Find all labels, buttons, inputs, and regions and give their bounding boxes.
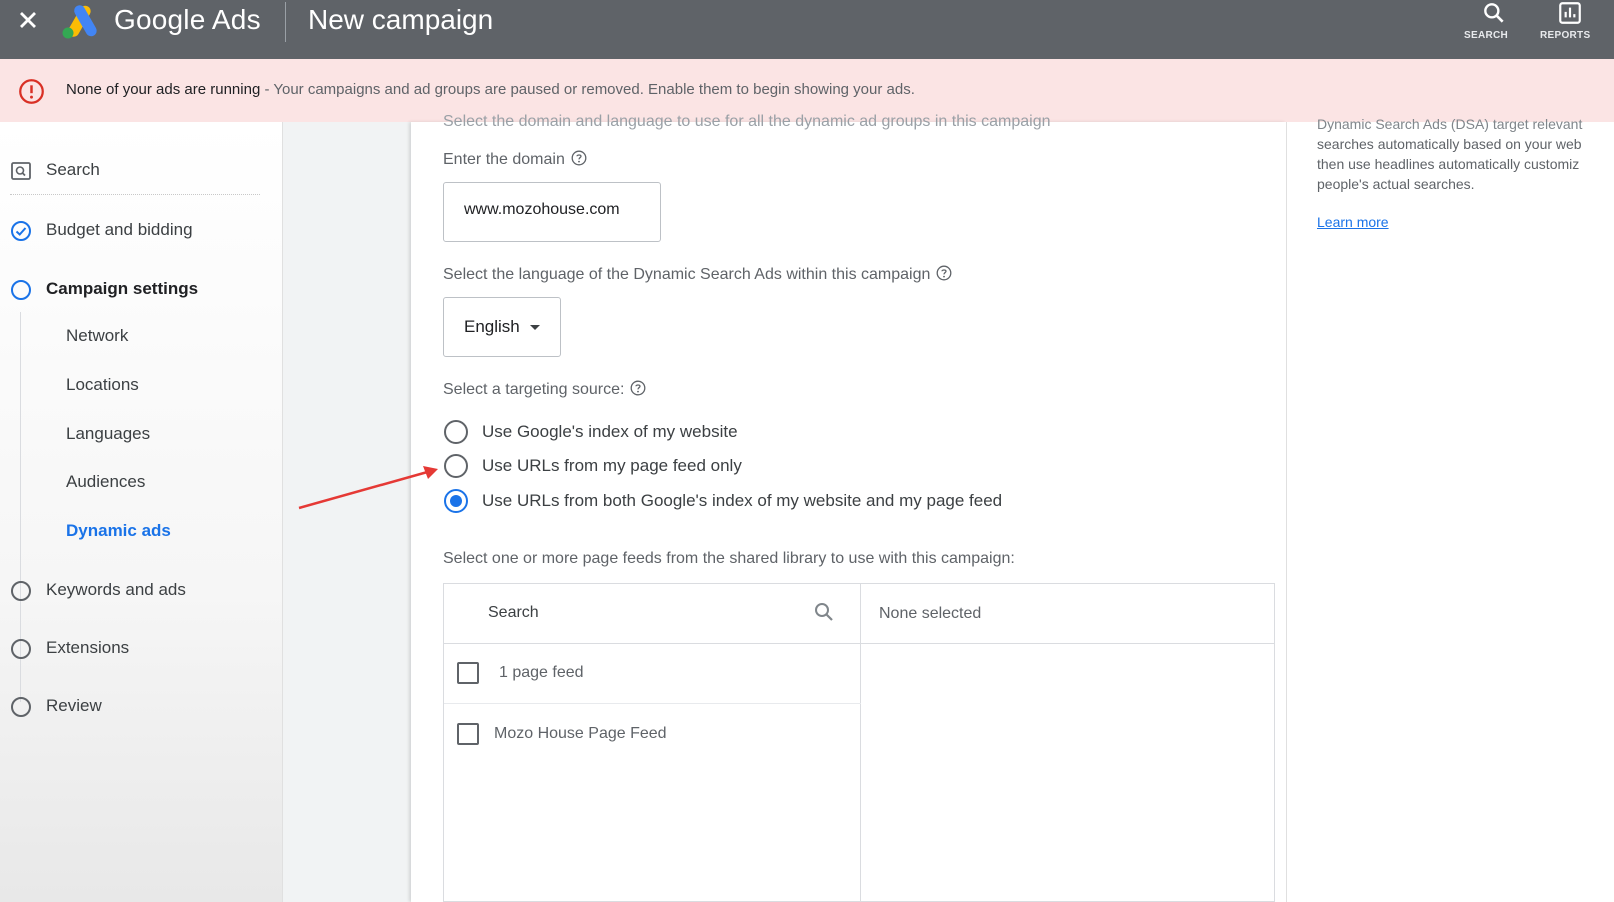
campaign-steps-sidebar: Search Budget and bidding Campaign setti…	[0, 122, 282, 902]
step-campaign-settings-label: Campaign settings	[46, 279, 199, 298]
help-icon[interactable]	[936, 265, 952, 281]
targeting-source-label: Select a targeting source:	[443, 380, 646, 399]
step-review-label: Review	[46, 696, 102, 715]
search-tool-label: SEARCH	[1464, 30, 1509, 41]
help-line: searches automatically based on your web	[1317, 136, 1582, 152]
feed-search-placeholder: Search	[488, 604, 539, 621]
language-value: English	[464, 317, 520, 336]
targeting-source-label-text: Select a targeting source:	[443, 381, 625, 398]
feed-row-1-page-feed[interactable]: 1 page feed	[444, 644, 861, 704]
reports-icon	[1559, 2, 1581, 24]
error-icon	[19, 79, 44, 104]
intro-text-partial: Select the domain and language to use fo…	[443, 113, 1051, 130]
page-feed-picker: Search 1 page feed Mozo House Page Feed …	[443, 583, 1275, 902]
language-label-text: Select the language of the Dynamic Searc…	[443, 266, 931, 283]
substep-languages[interactable]: Languages	[66, 424, 150, 444]
search-tool-button[interactable]: SEARCH	[1464, 0, 1524, 50]
help-line: then use headlines automatically customi…	[1317, 156, 1580, 172]
substep-network[interactable]: Network	[66, 326, 128, 346]
substep-audiences[interactable]: Audiences	[66, 472, 145, 492]
substep-locations[interactable]: Locations	[66, 375, 139, 395]
learn-more-link[interactable]: Learn more	[1317, 214, 1389, 230]
search-box-icon	[11, 162, 31, 180]
step-budget-label: Budget and bidding	[46, 220, 193, 239]
step-search-label: Search	[46, 160, 100, 179]
substep-dynamic-ads[interactable]: Dynamic ads	[66, 521, 171, 541]
feed-search-field[interactable]: Search	[444, 584, 861, 644]
page-feeds-label: Select one or more page feeds from the s…	[443, 550, 1015, 567]
nav-divider	[10, 194, 260, 195]
help-icon[interactable]	[571, 150, 587, 166]
targeting-option-label: Use URLs from both Google's index of my …	[482, 491, 1003, 510]
circle-icon	[11, 697, 31, 717]
domain-label: Enter the domain	[443, 150, 587, 169]
circle-icon	[11, 581, 31, 601]
radio-button[interactable]	[444, 454, 468, 478]
none-selected-text: None selected	[879, 605, 982, 622]
domain-input[interactable]	[464, 201, 654, 219]
feed-label: Mozo House Page Feed	[494, 725, 667, 742]
reports-tool-button[interactable]: REPORTS	[1540, 0, 1600, 50]
help-panel: Dynamic Search Ads (DSA) target relevant…	[1286, 116, 1614, 902]
annotation-arrow-icon	[298, 466, 438, 510]
help-line: Dynamic Search Ads (DSA) target relevant	[1317, 116, 1583, 132]
help-line: people's actual searches.	[1317, 176, 1475, 192]
feed-list-panel: Search 1 page feed Mozo House Page Feed	[444, 584, 861, 901]
feed-checkbox[interactable]	[457, 723, 479, 745]
language-label: Select the language of the Dynamic Searc…	[443, 265, 952, 284]
alert-message: None of your ads are running - Your camp…	[66, 81, 915, 98]
search-icon	[1484, 3, 1504, 23]
language-select[interactable]: English	[443, 297, 561, 357]
check-circle-icon	[11, 221, 31, 241]
alert-title: None of your ads are running	[66, 81, 261, 98]
domain-field[interactable]	[443, 182, 661, 242]
google-ads-logo-icon	[62, 5, 97, 39]
search-icon	[815, 603, 833, 621]
page-title: New campaign	[308, 4, 494, 35]
targeting-option-label: Use URLs from my page feed only	[482, 456, 742, 475]
targeting-option-label: Use Google's index of my website	[482, 422, 738, 441]
step-extensions-label: Extensions	[46, 638, 130, 657]
dropdown-caret-icon	[530, 325, 540, 330]
help-text: Dynamic Search Ads (DSA) target relevant…	[1317, 114, 1614, 194]
close-icon[interactable]	[14, 6, 42, 34]
feed-row-mozo-house[interactable]: Mozo House Page Feed	[444, 705, 861, 765]
radio-button-selected[interactable]	[444, 489, 468, 513]
radio-button[interactable]	[444, 420, 468, 444]
header-divider	[285, 2, 286, 42]
selected-feeds-panel: None selected	[861, 584, 1275, 644]
circle-icon	[11, 280, 31, 300]
help-icon[interactable]	[630, 380, 646, 396]
domain-label-text: Enter the domain	[443, 151, 565, 168]
brand-name: Google Ads	[114, 4, 261, 35]
circle-icon	[11, 639, 31, 659]
feed-label: 1 page feed	[499, 664, 584, 681]
step-keywords-label: Keywords and ads	[46, 580, 186, 599]
top-app-bar: Google Ads New campaign SEARCH REPORTS	[0, 0, 1614, 59]
alert-text: - Your campaigns and ad groups are pause…	[264, 81, 915, 98]
content-gutter	[282, 122, 411, 902]
feed-checkbox[interactable]	[457, 662, 479, 684]
reports-tool-label: REPORTS	[1540, 30, 1591, 41]
